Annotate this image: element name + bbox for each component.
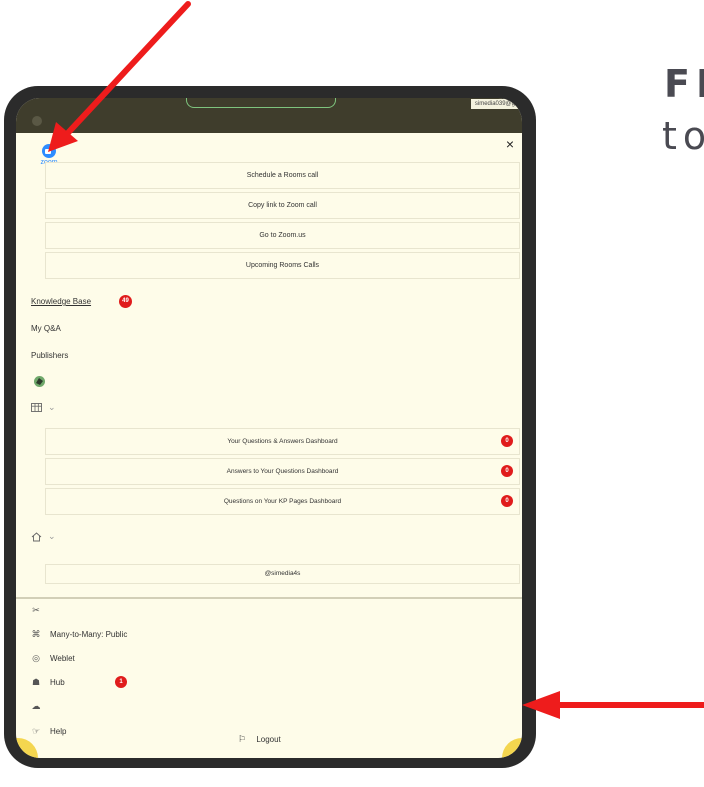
camera-icon [32, 116, 42, 126]
tools-icon: ✂ [32, 605, 40, 615]
network-icon: ⌘ [31, 629, 41, 639]
slide-subheading: to [662, 114, 704, 158]
answers-dashboard-button[interactable]: Answers to Your Questions Dashboard 0 [45, 458, 520, 485]
weblet-label: Weblet [50, 654, 75, 663]
many-to-many-item[interactable]: ⌘ Many-to-Many: Public [30, 629, 128, 640]
slide-heading: FI [664, 62, 704, 106]
arrow-to-footer-menu [522, 691, 704, 719]
kp-pages-dashboard-badge: 0 [501, 495, 513, 507]
qa-dashboard-button[interactable]: Your Questions & Answers Dashboard 0 [45, 428, 520, 455]
hub-icon: ☗ [31, 677, 41, 687]
url-bar[interactable] [186, 98, 336, 108]
user-email: simedia039@gm [470, 99, 522, 109]
section-divider [16, 597, 522, 599]
logout-label: Logout [256, 735, 281, 744]
app-screen: simedia039@gm × zoom Schedule a Rooms ca… [16, 98, 522, 758]
qa-dashboard-label: Your Questions & Answers Dashboard [227, 438, 338, 445]
home-toggle[interactable]: ⌄ [31, 531, 56, 542]
kp-pages-dashboard-label: Questions on Your KP Pages Dashboard [223, 498, 342, 505]
upcoming-rooms-calls-button[interactable]: Upcoming Rooms Calls [45, 252, 520, 279]
weblet-item[interactable]: ◎ Weblet [30, 653, 75, 664]
chevron-down-icon: ⌄ [48, 531, 56, 541]
chat-item[interactable]: ☁ [30, 701, 50, 712]
corner-decoration [16, 738, 38, 758]
help-icon: ☞ [31, 726, 41, 736]
hub-label: Hub [50, 678, 65, 687]
qa-dashboard-badge: 0 [501, 435, 513, 447]
corner-decoration [502, 738, 522, 758]
knowledge-base-badge: 49 [119, 295, 132, 308]
kp-pages-dashboard-button[interactable]: Questions on Your KP Pages Dashboard 0 [45, 488, 520, 515]
many-to-many-label: Many-to-Many: Public [50, 630, 128, 639]
answers-dashboard-label: Answers to Your Questions Dashboard [226, 468, 339, 475]
logout-icon: ⚐ [238, 734, 247, 744]
zoom-camera-icon [42, 144, 56, 158]
copy-zoom-link-button[interactable]: Copy link to Zoom call [45, 192, 520, 219]
chevron-down-icon: ⌄ [48, 402, 56, 412]
answers-dashboard-badge: 0 [501, 465, 513, 477]
publishers-link[interactable]: Publishers [31, 351, 68, 360]
table-icon [31, 403, 42, 412]
publisher-avatar-icon[interactable] [33, 375, 46, 390]
chat-icon: ☁ [31, 701, 41, 711]
logout-button[interactable]: ⚐ Logout [238, 734, 281, 745]
help-label: Help [50, 727, 67, 736]
browser-topbar: simedia039@gm [16, 98, 522, 133]
help-item[interactable]: ☞ Help [30, 726, 67, 737]
my-qa-link[interactable]: My Q&A [31, 324, 61, 333]
schedule-rooms-call-button[interactable]: Schedule a Rooms call [45, 162, 520, 189]
close-icon[interactable]: × [506, 136, 514, 152]
knowledge-base-link[interactable]: Knowledge Base [31, 297, 91, 306]
hub-item[interactable]: ☗ Hub [30, 677, 65, 688]
user-handle-button[interactable]: @simedia4s [45, 564, 520, 584]
home-icon [31, 531, 42, 541]
tablet-frame: simedia039@gm × zoom Schedule a Rooms ca… [4, 86, 536, 768]
go-to-zoom-button[interactable]: Go to Zoom.us [45, 222, 520, 249]
hub-badge: 1 [115, 676, 127, 688]
table-view-toggle[interactable]: ⌄ [31, 402, 56, 413]
weblet-icon: ◎ [32, 653, 40, 663]
tools-item[interactable]: ✂ [30, 605, 50, 616]
